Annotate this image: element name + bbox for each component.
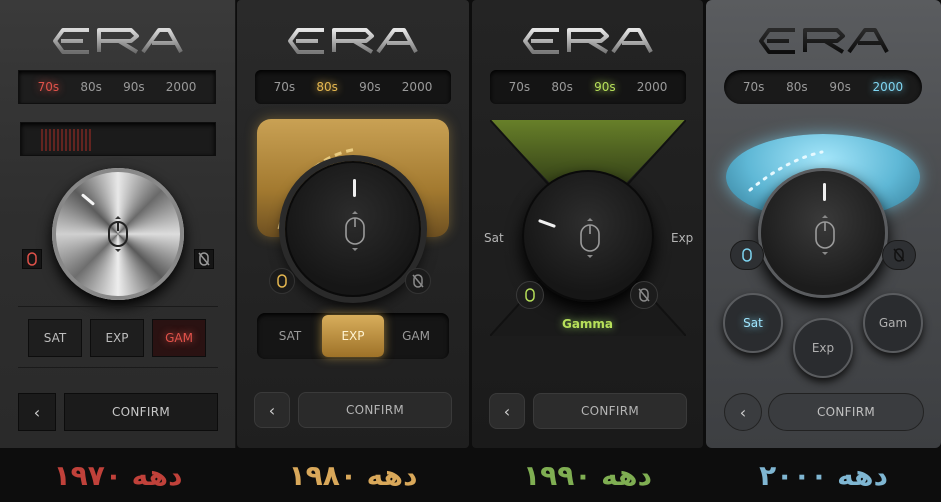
mouse-disable-button[interactable] [882,240,916,270]
mode-sat-button[interactable]: Sat [723,293,783,353]
decade-tabs: 70s 80s 90s 2000 [490,70,686,104]
exp-label: Exp [671,231,694,245]
mouse-left-button[interactable] [269,268,295,294]
confirm-button[interactable]: CONFIRM [298,392,452,428]
back-button[interactable]: ‹ [18,393,56,431]
tab-2000[interactable]: 2000 [166,80,197,94]
chevron-left-icon: ‹ [268,400,276,420]
mode-gam-button[interactable]: Gam [863,293,923,353]
mouse-icon [108,216,128,252]
tab-70s[interactable]: 70s [743,80,765,94]
mouse-disable-button[interactable] [194,249,214,269]
panel-1980s: 70s 80s 90s 2000 SAT EXP GAM ‹ CONFIRM [237,0,469,448]
panel-1990s: 70s 80s 90s 2000 Sat Exp Gamma ‹ CONFIRM [472,0,703,448]
chevron-left-icon: ‹ [739,402,747,422]
era-logo [706,24,941,58]
tab-2000[interactable]: 2000 [402,80,433,94]
chevron-left-icon: ‹ [33,402,41,422]
gamma-label: Gamma [561,317,614,331]
caption-1970s: دهه ۱۹۷۰ [53,458,183,492]
level-meter-fill [41,129,93,151]
tab-2000[interactable]: 2000 [873,80,904,94]
mouse-crossed-icon [198,252,210,266]
tab-90s[interactable]: 90s [123,80,145,94]
mode-gam-button[interactable]: GAM [152,319,206,357]
caption-2000s: دهه ۲۰۰۰ [759,458,888,492]
knob-indicator [353,179,356,197]
decade-tabs: 70s 80s 90s 2000 [255,70,451,104]
mouse-icon [580,218,600,258]
tab-80s[interactable]: 80s [316,80,338,94]
tab-90s[interactable]: 90s [594,80,616,94]
mode-bar: SAT EXP GAM [257,313,449,359]
mouse-icon [742,248,752,262]
mouse-icon [345,211,365,251]
tab-70s[interactable]: 70s [509,80,531,94]
panel-1970s: 70s 80s 90s 2000 SAT EXP GAM ‹ CONFIRM [0,0,236,448]
mouse-crossed-icon [893,248,905,262]
mouse-crossed-icon [412,274,424,288]
decade-tabs: 70s 80s 90s 2000 [18,70,216,104]
control-knob[interactable] [285,161,421,297]
confirm-button[interactable]: CONFIRM [768,393,924,431]
confirm-button[interactable]: CONFIRM [533,393,687,429]
mode-gam-button[interactable]: GAM [385,315,447,357]
knob-indicator [538,219,556,228]
mouse-crossed-icon [638,288,650,302]
mouse-left-button[interactable] [22,249,42,269]
tab-90s[interactable]: 90s [359,80,381,94]
decade-tabs: 70s 80s 90s 2000 [724,70,922,104]
mode-exp-button[interactable]: EXP [322,315,384,357]
mouse-icon [525,288,535,302]
confirm-button[interactable]: CONFIRM [64,393,218,431]
level-meter [20,122,216,156]
tab-80s[interactable]: 80s [551,80,573,94]
control-knob[interactable] [522,170,654,302]
sat-label: Sat [484,231,504,245]
mouse-disable-button[interactable] [405,268,431,294]
control-knob[interactable] [52,168,184,300]
back-button[interactable]: ‹ [254,392,290,428]
panel-2000s: 70s 80s 90s 2000 Sat Exp Gam ‹ CONFIRM [706,0,941,448]
chevron-left-icon: ‹ [503,401,511,421]
tab-90s[interactable]: 90s [829,80,851,94]
era-logo [0,24,235,58]
back-button[interactable]: ‹ [724,393,762,431]
caption-1980s: دهه ۱۹۸۰ [288,458,418,492]
mode-bar: SAT EXP GAM [18,306,218,368]
mode-sat-button[interactable]: SAT [28,319,82,357]
caption-1990s: دهه ۱۹۹۰ [523,458,652,492]
mouse-left-button[interactable] [516,281,544,309]
back-button[interactable]: ‹ [489,393,525,429]
tab-80s[interactable]: 80s [786,80,808,94]
mouse-icon [815,215,835,255]
mouse-left-button[interactable] [730,240,764,270]
mouse-icon [277,274,287,288]
mode-exp-button[interactable]: Exp [793,318,853,378]
knob-indicator [823,183,826,201]
tab-80s[interactable]: 80s [80,80,102,94]
mode-sat-button[interactable]: SAT [259,315,321,357]
mouse-disable-button[interactable] [630,281,658,309]
mouse-icon [27,252,37,266]
mode-exp-button[interactable]: EXP [90,319,144,357]
control-knob[interactable] [758,168,888,298]
knob-indicator [80,193,96,206]
era-logo [472,24,703,58]
tab-2000[interactable]: 2000 [637,80,668,94]
tab-70s[interactable]: 70s [38,80,60,94]
tab-70s[interactable]: 70s [274,80,296,94]
era-logo [237,24,469,58]
